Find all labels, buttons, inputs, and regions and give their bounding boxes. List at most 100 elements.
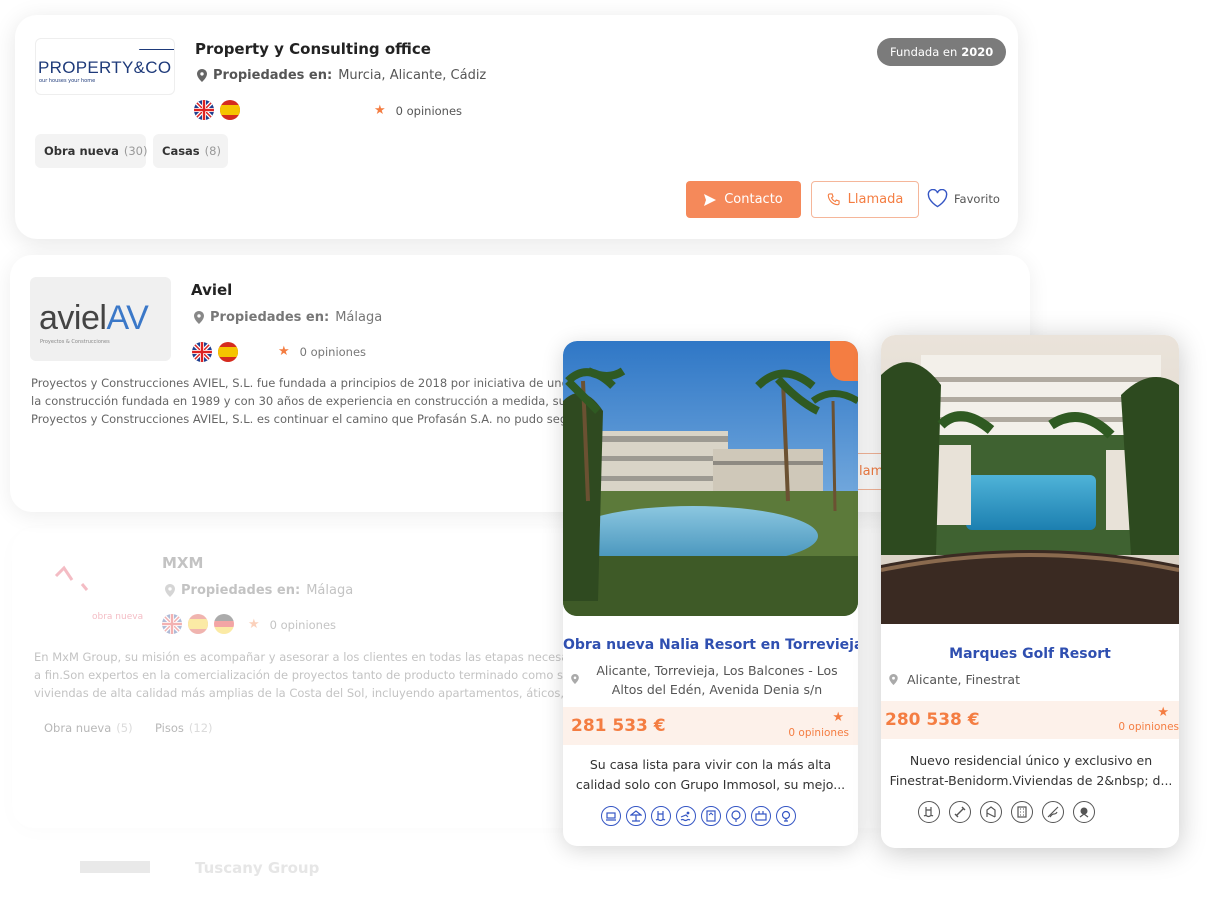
tag-pisos[interactable]: Pisos (12) <box>146 711 216 745</box>
logo-text: PROPERTY&CO <box>38 58 172 77</box>
logo-subtext: our houses your home <box>39 78 96 84</box>
spain-flag-icon <box>218 342 238 362</box>
favorite-label: Favorito <box>954 191 1000 206</box>
phone-icon <box>827 193 840 206</box>
agency-name[interactable]: Aviel <box>191 281 232 299</box>
germany-flag-icon <box>214 614 234 634</box>
locations-value: Málaga <box>306 583 354 598</box>
property-price: 281 533 € <box>571 716 666 736</box>
heart-icon <box>927 189 948 208</box>
star-icon: ★ <box>832 710 844 725</box>
agency-logo: obra nueva <box>34 554 164 634</box>
locations-label: Propiedades en: <box>210 310 330 325</box>
property-image[interactable] <box>563 341 858 616</box>
location-pin-icon <box>165 584 175 597</box>
spain-flag-icon <box>188 614 208 634</box>
uk-flag-icon <box>192 342 212 362</box>
uk-flag-icon <box>162 614 182 634</box>
logo-subtext: Proyectos & Construcciones <box>40 339 110 345</box>
location-pin-icon <box>889 674 898 685</box>
locations-label: Propiedades en: <box>213 68 333 83</box>
favorite-button[interactable]: Favorito <box>927 189 1000 208</box>
agency-rating: ★ 0 opiniones <box>248 617 336 632</box>
language-flags <box>162 614 234 634</box>
star-icon: ★ <box>374 103 386 118</box>
reviews-count: 0 opiniones <box>299 344 367 359</box>
elevator-icon <box>701 806 721 826</box>
founded-year: 2020 <box>961 45 994 59</box>
agency-card-property-co[interactable]: PROPERTY&CO our houses your home Propert… <box>15 15 1018 239</box>
send-icon <box>704 193 717 206</box>
terrace-icon <box>626 806 646 826</box>
description-line: viviendas de alta calidad más amplias de… <box>34 686 574 700</box>
agency-name[interactable]: Property y Consulting office <box>195 40 431 58</box>
contact-label: Contacto <box>724 192 783 207</box>
tag-label: Obra nueva <box>44 721 112 735</box>
agency-card-tuscany[interactable]: Tuscany Group <box>20 845 1030 905</box>
tag-count: (5) <box>116 721 133 735</box>
building-icon <box>1011 801 1033 823</box>
star-icon: ★ <box>278 344 290 359</box>
logo-mark-icon <box>54 565 89 591</box>
property-card-nalia[interactable]: Obra nueva Nalia Resort en Torrevieja Al… <box>563 341 858 846</box>
tag-obra-nueva[interactable]: Obra nueva (5) <box>35 711 137 745</box>
property-price: 280 538 € <box>885 710 980 730</box>
locations-label: Propiedades en: <box>181 583 301 598</box>
property-title[interactable]: Obra nueva Nalia Resort en Torrevieja <box>563 637 858 653</box>
agency-rating: ★ 0 opiniones <box>374 103 462 118</box>
property-reviews: 0 opiniones <box>1118 721 1179 733</box>
property-card-marques[interactable]: Marques Golf Resort Alicante, Finestrat … <box>881 335 1179 848</box>
tag-label: Obra nueva <box>44 144 119 158</box>
description-line: la construcción fundada en 1989 y con 30… <box>31 394 571 408</box>
description-line: Proyectos y Construcciones AVIEL, S.L. f… <box>31 376 571 390</box>
tag-casas[interactable]: Casas (8) <box>153 134 228 168</box>
tag-count: (8) <box>204 144 221 158</box>
language-flags <box>194 100 240 120</box>
location-pin-icon <box>571 674 579 684</box>
amenities-list <box>918 801 1095 823</box>
logo-text: obra nueva <box>92 612 144 622</box>
locations-value: Murcia, Alicante, Cádiz <box>338 68 487 83</box>
logo-text: avielAV <box>39 299 149 338</box>
golf-icon <box>776 806 796 826</box>
description-line: Proyectos y Construcciones AVIEL, S.L. e… <box>31 412 571 426</box>
amenities-list <box>601 806 796 826</box>
agency-logo: PROPERTY&CO our houses your home <box>35 38 175 95</box>
agency-description: Proyectos y Construcciones AVIEL, S.L. f… <box>31 374 571 428</box>
logo-roof <box>132 49 174 59</box>
property-location: Alicante, Torrevieja, Los Balcones - Los… <box>596 663 838 697</box>
tag-count: (30) <box>123 144 148 158</box>
agency-card-aviel[interactable]: avielAV Proyectos & Construcciones Aviel… <box>10 255 1030 512</box>
property-location: Alicante, Finestrat <box>907 672 1020 687</box>
star-icon: ★ <box>1157 705 1169 720</box>
call-button[interactable]: Llamada <box>811 181 919 218</box>
agency-locations: Propiedades en: Málaga <box>194 310 382 325</box>
logo-word: aviel <box>39 299 107 337</box>
garden-icon <box>726 806 746 826</box>
call-label: Llamada <box>847 192 904 207</box>
ribbon-badge <box>830 341 858 381</box>
spain-flag-icon <box>220 100 240 120</box>
spa-icon <box>751 806 771 826</box>
locations-value: Málaga <box>335 310 383 325</box>
tag-obra-nueva[interactable]: Obra nueva (30) <box>35 134 148 168</box>
agency-rating: ★ 0 opiniones <box>278 344 366 359</box>
property-image[interactable] <box>881 335 1179 624</box>
language-flags <box>192 342 238 362</box>
property-title[interactable]: Marques Golf Resort <box>881 646 1179 662</box>
gym-icon <box>949 801 971 823</box>
agency-name[interactable]: MXM <box>162 554 203 572</box>
playground-icon <box>980 801 1002 823</box>
location-pin-icon <box>194 311 204 324</box>
agency-name[interactable]: Tuscany Group <box>195 859 319 877</box>
pool-icon <box>651 806 671 826</box>
founded-label: Fundada en <box>890 45 958 59</box>
tag-count: (12) <box>188 721 213 735</box>
agency-logo <box>80 861 150 873</box>
reviews-count: 0 opiniones <box>395 103 463 118</box>
logo-mark: AV <box>106 299 149 337</box>
resort-photo <box>881 335 1179 624</box>
beach-icon <box>601 806 621 826</box>
property-description: Su casa lista para vivir con la más alta… <box>575 757 846 792</box>
contact-button[interactable]: Contacto <box>686 181 801 218</box>
